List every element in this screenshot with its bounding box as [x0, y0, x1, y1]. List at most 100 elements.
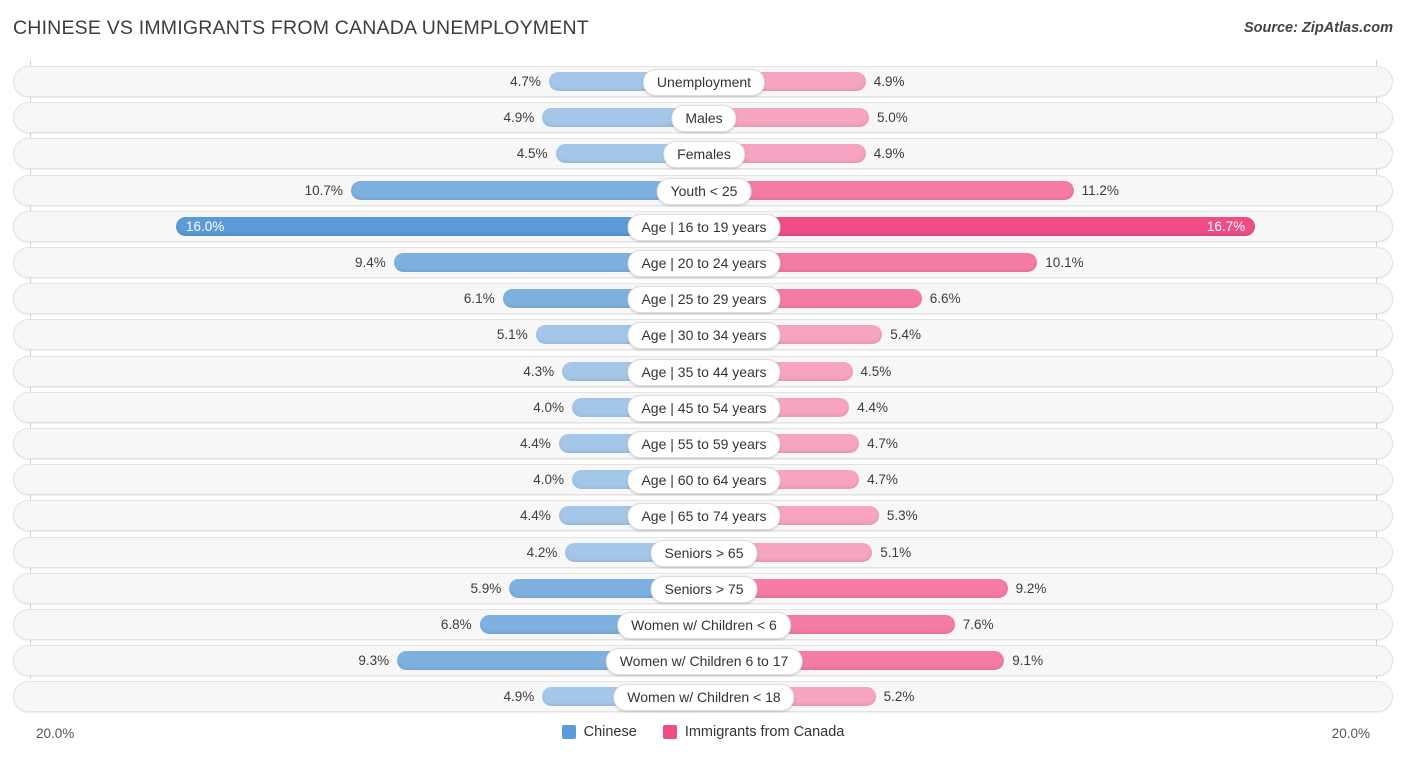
- legend-item-chinese[interactable]: Chinese: [561, 724, 637, 740]
- value-label-immigrants-from-canada: 4.4%: [857, 399, 888, 415]
- value-label-chinese: 4.9%: [503, 110, 535, 126]
- value-label-chinese: 4.3%: [523, 363, 555, 379]
- chart-row[interactable]: 6.8% 7.6% Women w/ Children < 6: [13, 609, 1393, 640]
- chart-row-inner: 5.1% 5.4% Age | 30 to 34 years: [14, 320, 1394, 350]
- chart-row-inner: 4.4% 4.7% Age | 55 to 59 years: [14, 429, 1394, 458]
- value-label-chinese: 4.5%: [516, 146, 548, 162]
- bar-immigrants-from-canada: [704, 216, 1256, 236]
- chart-row[interactable]: 6.1% 6.6% Age | 25 to 29 years: [13, 283, 1394, 315]
- value-label-chinese: 6.8%: [440, 617, 472, 632]
- row-category-label[interactable]: Youth < 25: [656, 177, 752, 205]
- chart-row-inner: 4.3% 4.5% Age | 35 to 44 years: [14, 357, 1394, 386]
- row-category-label[interactable]: Age | 30 to 34 years: [627, 322, 781, 350]
- row-category-label[interactable]: Seniors > 65: [650, 539, 758, 567]
- chart-row[interactable]: 9.3% 9.1% Women w/ Children 6 to 17: [13, 645, 1394, 677]
- chart-row[interactable]: 4.2% 5.1% Seniors > 65: [13, 536, 1394, 568]
- source-attribution: Source: ZipAtlas.com: [1243, 20, 1393, 36]
- value-label-chinese: 5.1%: [496, 327, 528, 343]
- value-label-chinese: 4.4%: [520, 436, 551, 451]
- row-category-label[interactable]: Age | 35 to 44 years: [627, 358, 781, 386]
- value-label-chinese: 4.0%: [533, 472, 564, 488]
- chart-row[interactable]: 4.5% 4.9% Females: [13, 138, 1394, 170]
- value-label-immigrants-from-canada: 9.2%: [1015, 580, 1047, 596]
- value-label-chinese: 4.4%: [520, 508, 551, 524]
- value-label-chinese: 4.9%: [503, 689, 535, 705]
- value-label-chinese: 5.9%: [470, 580, 502, 596]
- value-label-immigrants-from-canada: 10.1%: [1045, 255, 1084, 270]
- value-label-immigrants-from-canada: 4.9%: [873, 74, 905, 89]
- row-category-label[interactable]: Unemployment: [642, 69, 766, 96]
- value-label-immigrants-from-canada: 4.9%: [873, 146, 905, 162]
- value-label-immigrants-from-canada: 4.5%: [860, 363, 892, 379]
- diverging-bar-chart: 4.7% 4.9% Unemployment 4.9% 5.0% Males 4.5% 4.9…: [0, 60, 1406, 718]
- chart-row[interactable]: 4.9% 5.0% Males: [13, 102, 1393, 134]
- row-category-label[interactable]: Age | 45 to 54 years: [627, 394, 781, 422]
- chart-row-inner: 4.0% 4.7% Age | 60 to 64 years: [14, 465, 1394, 495]
- value-label-immigrants-from-canada: 5.2%: [883, 689, 915, 705]
- chart-row[interactable]: 4.0% 4.4% Age | 45 to 54 years: [13, 391, 1394, 423]
- row-category-label[interactable]: Age | 60 to 64 years: [627, 467, 781, 495]
- row-category-label[interactable]: Women w/ Children 6 to 17: [605, 648, 803, 676]
- square-swatch-icon: [662, 725, 677, 739]
- chart-row[interactable]: 4.7% 4.9% Unemployment: [13, 66, 1393, 97]
- chart-row[interactable]: 4.9% 5.2% Women w/ Children < 18: [13, 681, 1394, 713]
- chart-row[interactable]: 5.1% 5.4% Age | 30 to 34 years: [13, 319, 1394, 351]
- value-label-immigrants-from-canada: 7.6%: [962, 617, 994, 632]
- chart-row[interactable]: 4.0% 4.7% Age | 60 to 64 years: [13, 464, 1394, 496]
- chart-legend: Chinese Immigrants from Canada: [0, 724, 1406, 740]
- row-category-label[interactable]: Age | 65 to 74 years: [627, 503, 781, 531]
- value-label-chinese: 10.7%: [304, 182, 343, 198]
- chart-row[interactable]: 5.9% 9.2% Seniors > 75: [13, 572, 1394, 604]
- chart-footer: 20.0% 20.0% Chinese Immigrants from Cana…: [0, 718, 1406, 757]
- chart-row[interactable]: 4.4% 4.7% Age | 55 to 59 years: [13, 428, 1393, 459]
- value-label-immigrants-from-canada: 16.7%: [1206, 218, 1246, 234]
- chart-row-inner: 6.1% 6.6% Age | 25 to 29 years: [14, 284, 1394, 314]
- bar-chinese: [350, 180, 704, 200]
- row-category-label[interactable]: Seniors > 75: [650, 575, 758, 603]
- chart-row[interactable]: 4.3% 4.5% Age | 35 to 44 years: [13, 355, 1394, 387]
- chart-row-inner: 4.7% 4.9% Unemployment: [14, 67, 1394, 96]
- legend-item-immigrants-from-canada[interactable]: Immigrants from Canada: [662, 724, 845, 740]
- value-label-immigrants-from-canada: 4.7%: [867, 472, 898, 488]
- row-category-label[interactable]: Males: [671, 105, 737, 133]
- row-category-label[interactable]: Women w/ Children < 6: [617, 612, 791, 639]
- legend-label-immigrants-from-canada: Immigrants from Canada: [684, 724, 845, 740]
- chart-row-inner: 10.7% 11.2% Youth < 25: [14, 176, 1394, 205]
- value-label-immigrants-from-canada: 5.3%: [886, 508, 918, 524]
- chart-row-inner: 4.4% 5.3% Age | 65 to 74 years: [14, 501, 1394, 531]
- square-swatch-icon: [561, 725, 576, 739]
- chart-row-inner: 9.3% 9.1% Women w/ Children 6 to 17: [14, 646, 1394, 676]
- value-label-chinese: 9.3%: [358, 653, 390, 669]
- value-label-chinese: 4.0%: [533, 399, 564, 415]
- chart-row-inner: 4.0% 4.4% Age | 45 to 54 years: [14, 393, 1394, 422]
- chart-row[interactable]: 4.4% 5.3% Age | 65 to 74 years: [13, 500, 1394, 532]
- chart-row[interactable]: 9.4% 10.1% Age | 20 to 24 years: [13, 247, 1393, 278]
- chart-row[interactable]: 10.7% 11.2% Youth < 25: [13, 174, 1394, 206]
- value-label-chinese: 4.7%: [510, 74, 541, 89]
- value-label-immigrants-from-canada: 5.4%: [890, 327, 921, 343]
- value-label-immigrants-from-canada: 9.1%: [1012, 653, 1044, 669]
- row-category-label[interactable]: Age | 55 to 59 years: [627, 431, 781, 458]
- row-category-label[interactable]: Age | 16 to 19 years: [627, 213, 781, 241]
- row-category-label[interactable]: Age | 20 to 24 years: [627, 250, 781, 277]
- row-category-label[interactable]: Women w/ Children < 18: [613, 684, 795, 712]
- value-label-immigrants-from-canada: 5.0%: [877, 110, 908, 126]
- chart-row-inner: 16.0% 16.7% Age | 16 to 19 years: [14, 212, 1394, 241]
- row-category-label[interactable]: Females: [663, 141, 745, 169]
- chart-row-inner: 4.2% 5.1% Seniors > 65: [14, 538, 1394, 567]
- bar-immigrants-from-canada: [704, 180, 1074, 200]
- value-label-chinese: 16.0%: [186, 218, 225, 234]
- value-label-chinese: 4.2%: [526, 544, 558, 560]
- chart-row-inner: 4.9% 5.2% Women w/ Children < 18: [14, 682, 1394, 712]
- legend-label-chinese: Chinese: [583, 724, 637, 740]
- value-label-immigrants-from-canada: 4.7%: [867, 436, 898, 451]
- chart-row-inner: 4.5% 4.9% Females: [14, 139, 1394, 169]
- chart-row-inner: 9.4% 10.1% Age | 20 to 24 years: [14, 248, 1394, 277]
- row-category-label[interactable]: Age | 25 to 29 years: [627, 286, 781, 314]
- value-label-chinese: 6.1%: [463, 291, 495, 307]
- chart-row[interactable]: 16.0% 16.7% Age | 16 to 19 years: [13, 210, 1394, 242]
- page-title: CHINESE VS IMMIGRANTS FROM CANADA UNEMPL…: [13, 17, 589, 39]
- value-label-immigrants-from-canada: 5.1%: [880, 544, 912, 560]
- chart-row-inner: 5.9% 9.2% Seniors > 75: [14, 574, 1394, 603]
- value-label-immigrants-from-canada: 6.6%: [929, 291, 961, 307]
